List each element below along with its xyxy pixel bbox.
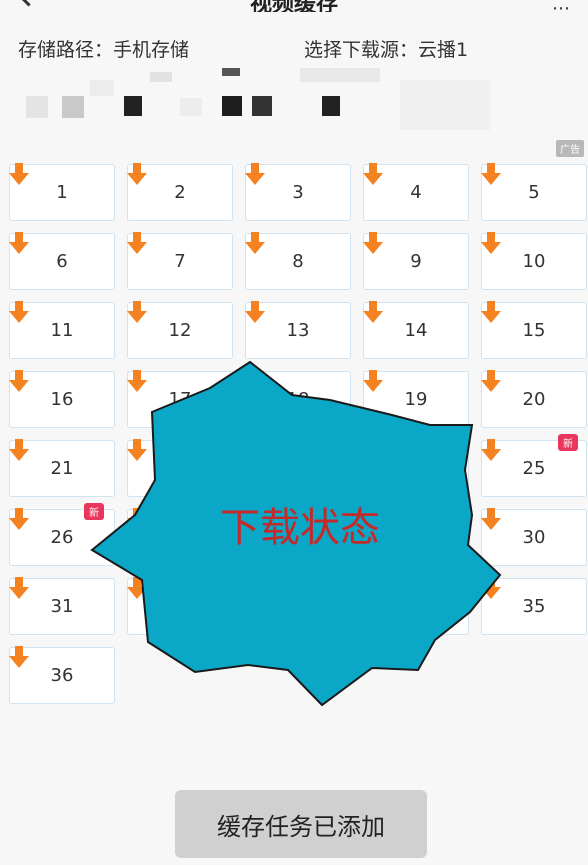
episode-number: 14 bbox=[404, 320, 428, 341]
episode-number: 23 bbox=[286, 458, 310, 479]
episode-15-button[interactable]: 15 bbox=[481, 301, 587, 359]
episode-35-button[interactable]: 35 bbox=[481, 577, 587, 635]
episode-number: 17 bbox=[168, 389, 192, 410]
episode-number: 1 bbox=[56, 182, 68, 203]
new-badge: 新 bbox=[84, 503, 104, 520]
episode-number: 13 bbox=[286, 320, 310, 341]
episode-24-button[interactable]: 24 bbox=[363, 439, 469, 497]
episode-number: 33 bbox=[286, 596, 310, 617]
episode-number: 4 bbox=[410, 182, 422, 203]
episode-number: 32 bbox=[168, 596, 192, 617]
episode-number: 15 bbox=[522, 320, 546, 341]
episode-number: 20 bbox=[522, 389, 546, 410]
episode-number: 36 bbox=[50, 665, 74, 686]
episode-number: 7 bbox=[174, 251, 186, 272]
episode-number: 30 bbox=[522, 527, 546, 548]
episode-number: 18 bbox=[286, 389, 310, 410]
episode-number: 34 bbox=[404, 596, 428, 617]
episode-32-button[interactable]: 32 bbox=[127, 577, 233, 635]
episode-3-button[interactable]: 3 bbox=[245, 163, 351, 221]
episode-6-button[interactable]: 6 bbox=[9, 232, 115, 290]
episode-number: 19 bbox=[404, 389, 428, 410]
episode-number: 11 bbox=[50, 320, 74, 341]
episode-number: 9 bbox=[410, 251, 422, 272]
episode-19-button[interactable]: 19 bbox=[363, 370, 469, 428]
episode-14-button[interactable]: 14 bbox=[363, 301, 469, 359]
episode-12-button[interactable]: 12 bbox=[127, 301, 233, 359]
episode-34-button[interactable]: 34 bbox=[363, 577, 469, 635]
episode-number: 8 bbox=[292, 251, 304, 272]
episode-7-button[interactable]: 7 bbox=[127, 232, 233, 290]
episode-number: 24 bbox=[404, 458, 428, 479]
episode-number: 6 bbox=[56, 251, 68, 272]
episode-2-button[interactable]: 2 bbox=[127, 163, 233, 221]
page-title: 视频缓存 bbox=[0, 0, 588, 12]
episode-number: 2 bbox=[174, 182, 186, 203]
top-bar: 视频缓存 ⋯ bbox=[0, 0, 588, 12]
episode-18-button[interactable]: 18 bbox=[245, 370, 351, 428]
episode-23-button[interactable]: 23 bbox=[245, 439, 351, 497]
episode-number: 21 bbox=[50, 458, 74, 479]
download-source-selector[interactable]: 选择下载源：云播1 bbox=[304, 35, 468, 62]
download-status-label: 下载状态 bbox=[220, 505, 380, 551]
episode-number: 3 bbox=[292, 182, 304, 203]
new-badge: 新 bbox=[558, 434, 578, 451]
episode-9-button[interactable]: 9 bbox=[363, 232, 469, 290]
pixelated-ad-banner[interactable] bbox=[0, 68, 588, 148]
episode-16-button[interactable]: 16 bbox=[9, 370, 115, 428]
episode-number: 31 bbox=[50, 596, 74, 617]
episode-1-button[interactable]: 1 bbox=[9, 163, 115, 221]
ad-tag: 广告 bbox=[556, 140, 584, 157]
episode-30-button[interactable]: 30 bbox=[481, 508, 587, 566]
toast-message: 缓存任务已添加 bbox=[175, 790, 427, 858]
episode-22-button[interactable]: 22 bbox=[127, 439, 233, 497]
storage-path-selector[interactable]: 存储路径：手机存储 bbox=[18, 35, 189, 62]
episode-11-button[interactable]: 11 bbox=[9, 301, 115, 359]
episode-8-button[interactable]: 8 bbox=[245, 232, 351, 290]
episode-21-button[interactable]: 21 bbox=[9, 439, 115, 497]
cache-info-row: 存储路径：手机存储 选择下载源：云播1 bbox=[18, 35, 578, 65]
episode-17-button[interactable]: 17 bbox=[127, 370, 233, 428]
episode-5-button[interactable]: 5 bbox=[481, 163, 587, 221]
episode-number: 12 bbox=[168, 320, 192, 341]
episode-4-button[interactable]: 4 bbox=[363, 163, 469, 221]
episode-31-button[interactable]: 31 bbox=[9, 577, 115, 635]
episode-20-button[interactable]: 20 bbox=[481, 370, 587, 428]
episode-number: 22 bbox=[168, 458, 192, 479]
episode-10-button[interactable]: 10 bbox=[481, 232, 587, 290]
episode-13-button[interactable]: 13 bbox=[245, 301, 351, 359]
episode-26-button[interactable]: 26 新 bbox=[9, 503, 115, 566]
episode-25-button[interactable]: 25 新 bbox=[481, 434, 587, 497]
more-icon[interactable]: ⋯ bbox=[552, 0, 570, 12]
episode-number: 35 bbox=[522, 596, 546, 617]
episode-number: 10 bbox=[522, 251, 546, 272]
episode-36-button[interactable]: 36 bbox=[9, 646, 115, 704]
episode-number: 16 bbox=[50, 389, 74, 410]
episode-33-button[interactable]: 33 bbox=[245, 577, 351, 635]
episode-number: 5 bbox=[528, 182, 540, 203]
